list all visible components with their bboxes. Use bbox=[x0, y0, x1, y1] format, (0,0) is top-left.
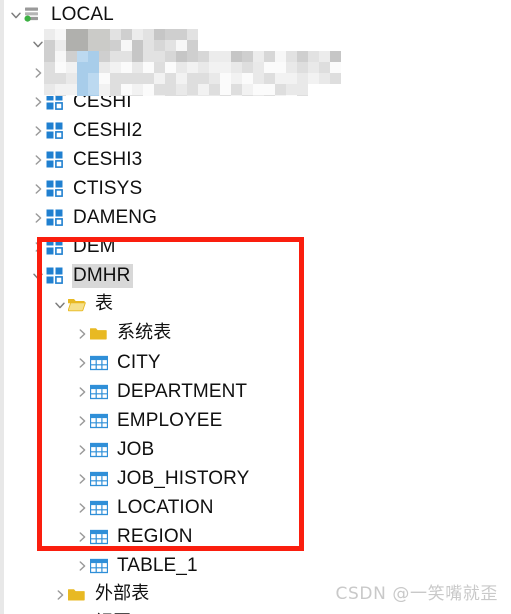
tree-node-label: JOB bbox=[117, 438, 155, 460]
tree-node-label bbox=[72, 41, 76, 46]
tree-node[interactable]: CESHI bbox=[4, 87, 511, 116]
tree-node-label: CITY bbox=[117, 351, 161, 373]
tree-node-label bbox=[72, 70, 76, 75]
schema-icon bbox=[46, 232, 68, 261]
schema-icon bbox=[46, 145, 68, 174]
tree-node[interactable]: DAMENG bbox=[4, 203, 511, 232]
folder-closed-icon bbox=[68, 609, 90, 614]
schema-icon bbox=[46, 203, 68, 232]
tree-node[interactable]: REGION bbox=[4, 522, 511, 551]
schema-icon bbox=[46, 116, 68, 145]
schema-icon bbox=[46, 87, 68, 116]
tree-node[interactable]: DEM bbox=[4, 232, 511, 261]
chevron-right-icon[interactable] bbox=[74, 319, 90, 348]
tree-node[interactable]: LOCATION bbox=[4, 493, 511, 522]
server-icon bbox=[24, 0, 46, 29]
watermark-text: CSDN @一笑嘴就歪 bbox=[335, 584, 498, 604]
object-tree-panel[interactable]: LOCAL CESHI CESHI2 CESHI3 CTISYS DAMENG DEM DMH… bbox=[0, 0, 511, 614]
tree-node-label: EMPLOYEE bbox=[117, 409, 223, 431]
tree-node-label: CTISYS bbox=[73, 177, 143, 199]
tree-node-label: DEM bbox=[73, 235, 116, 257]
tree-node-label: JOB_HISTORY bbox=[117, 467, 250, 489]
chevron-right-icon[interactable] bbox=[30, 232, 46, 261]
chevron-right-icon[interactable] bbox=[74, 348, 90, 377]
chevron-right-icon[interactable] bbox=[74, 522, 90, 551]
tree-node-label: 系统表 bbox=[117, 322, 172, 343]
chevron-right-icon[interactable] bbox=[30, 116, 46, 145]
tree-node[interactable]: DMHR bbox=[4, 261, 511, 290]
schema-icon bbox=[46, 58, 68, 87]
chevron-right-icon[interactable] bbox=[74, 464, 90, 493]
tree-node-label: LOCATION bbox=[117, 496, 214, 518]
folder-open-icon bbox=[68, 290, 90, 319]
chevron-right-icon[interactable] bbox=[52, 580, 68, 609]
tree-node[interactable]: TABLE_1 bbox=[4, 551, 511, 580]
tree-node-label: 外部表 bbox=[95, 583, 150, 604]
folder-closed-icon bbox=[68, 580, 90, 609]
chevron-right-icon[interactable] bbox=[74, 406, 90, 435]
tree-node[interactable]: CESHI3 bbox=[4, 145, 511, 174]
chevron-right-icon[interactable] bbox=[30, 145, 46, 174]
tree-node[interactable] bbox=[4, 29, 511, 58]
table-icon bbox=[90, 348, 112, 377]
table-icon bbox=[90, 493, 112, 522]
chevron-right-icon[interactable] bbox=[74, 435, 90, 464]
table-icon bbox=[90, 464, 112, 493]
schema-icon bbox=[46, 174, 68, 203]
tree-node[interactable]: 系统表 bbox=[4, 319, 511, 348]
tree-node-label: DMHR bbox=[72, 263, 134, 288]
tree-node-label: CESHI3 bbox=[73, 148, 143, 170]
chevron-right-icon[interactable] bbox=[30, 203, 46, 232]
table-icon bbox=[90, 377, 112, 406]
tree-node[interactable]: CITY bbox=[4, 348, 511, 377]
tree-node[interactable]: JOB bbox=[4, 435, 511, 464]
table-icon bbox=[90, 551, 112, 580]
tree-node-label: LOCAL bbox=[51, 3, 114, 25]
tree-node[interactable]: EMPLOYEE bbox=[4, 406, 511, 435]
folder-closed-icon bbox=[90, 319, 112, 348]
chevron-right-icon[interactable] bbox=[52, 609, 68, 614]
tree-node[interactable]: DEPARTMENT bbox=[4, 377, 511, 406]
tree-node-label: 表 bbox=[95, 293, 114, 314]
chevron-right-icon[interactable] bbox=[74, 377, 90, 406]
chevron-down-icon[interactable] bbox=[30, 29, 46, 58]
tree-node[interactable]: CTISYS bbox=[4, 174, 511, 203]
tree-node-label: TABLE_1 bbox=[117, 554, 198, 576]
tree-node[interactable]: 视图 bbox=[4, 609, 511, 614]
chevron-down-icon[interactable] bbox=[8, 0, 24, 29]
table-icon bbox=[90, 435, 112, 464]
chevron-right-icon[interactable] bbox=[74, 551, 90, 580]
table-icon bbox=[90, 406, 112, 435]
chevron-down-icon[interactable] bbox=[52, 290, 68, 319]
tree-view[interactable]: LOCAL CESHI CESHI2 CESHI3 CTISYS DAMENG DEM DMH… bbox=[4, 0, 511, 614]
tree-node[interactable]: LOCAL bbox=[4, 0, 511, 29]
folder-open-icon bbox=[46, 29, 68, 58]
tree-node-label: DEPARTMENT bbox=[117, 380, 248, 402]
chevron-right-icon[interactable] bbox=[30, 87, 46, 116]
chevron-right-icon[interactable] bbox=[30, 174, 46, 203]
schema-icon bbox=[46, 261, 68, 290]
tree-node[interactable]: 表 bbox=[4, 290, 511, 319]
chevron-right-icon[interactable] bbox=[30, 58, 46, 87]
chevron-right-icon[interactable] bbox=[74, 493, 90, 522]
tree-node-label: CESHI2 bbox=[73, 119, 143, 141]
tree-node[interactable] bbox=[4, 58, 511, 87]
chevron-down-icon[interactable] bbox=[30, 261, 46, 290]
tree-node-label: DAMENG bbox=[73, 206, 157, 228]
tree-node-label: CESHI bbox=[73, 90, 132, 112]
tree-node[interactable]: CESHI2 bbox=[4, 116, 511, 145]
tree-node[interactable]: JOB_HISTORY bbox=[4, 464, 511, 493]
table-icon bbox=[90, 522, 112, 551]
tree-node-label: REGION bbox=[117, 525, 193, 547]
